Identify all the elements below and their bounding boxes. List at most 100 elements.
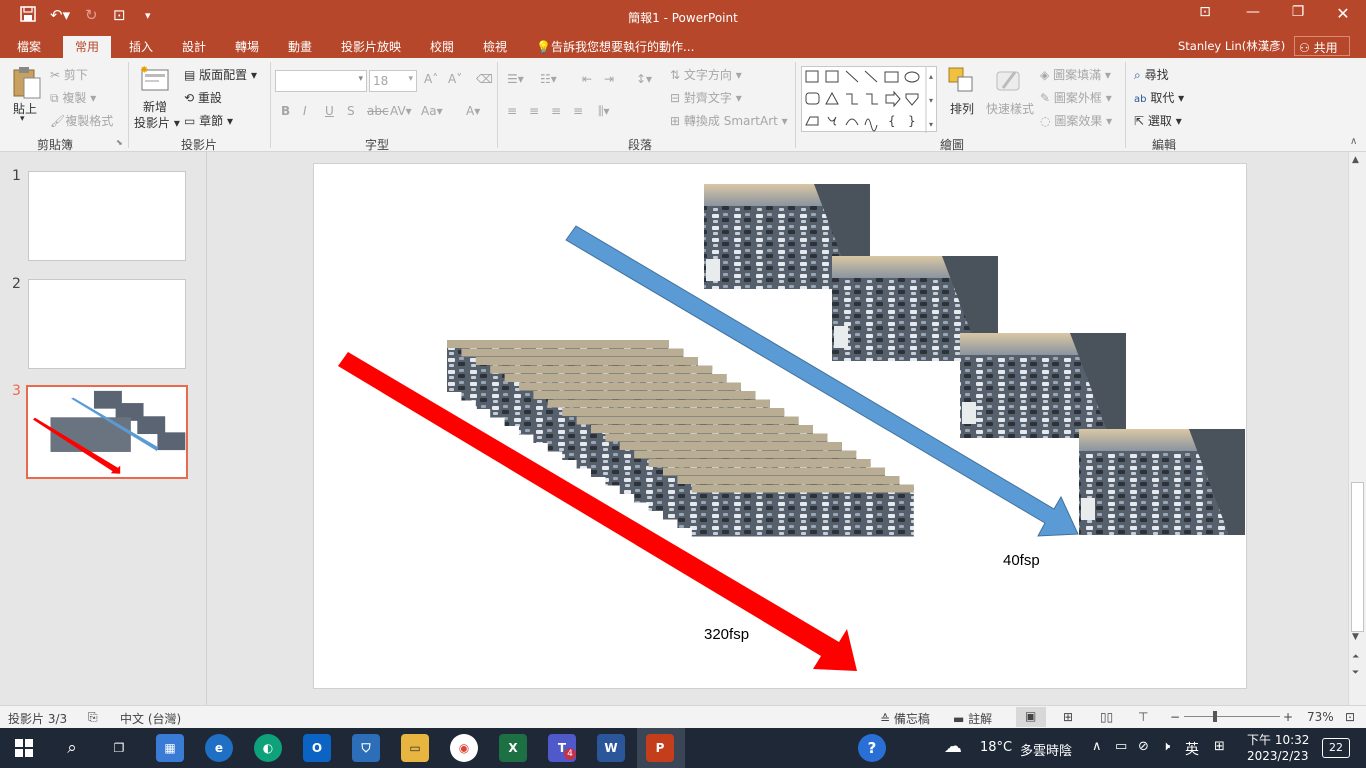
file-explorer-icon[interactable]: ▭ [401,734,429,762]
tab-slideshow[interactable]: 投影片放映 [341,38,401,55]
collapse-ribbon-icon[interactable]: ∧ [1350,136,1357,147]
zoom-in-icon[interactable]: + [1283,710,1293,724]
find-button[interactable]: ⌕ 尋找 [1134,66,1169,83]
quick-styles-icon[interactable] [993,66,1023,99]
label-40fsp[interactable]: 40fsp [1003,552,1040,569]
slide-thumbnail-3[interactable] [26,385,188,479]
increase-font-icon[interactable]: A˄ [424,72,438,86]
zoom-slider[interactable] [1184,716,1280,717]
task-view-icon[interactable]: ❐ [105,734,133,762]
scroll-down-icon[interactable]: ▼ [1352,632,1359,642]
tab-view[interactable]: 檢視 [483,38,507,55]
tab-file[interactable]: 檔案 [17,38,41,55]
edge-icon[interactable]: ◐ [254,734,282,762]
excel-icon[interactable]: X [499,734,527,762]
new-slide-label-1[interactable]: 新增 [143,98,167,115]
windows-start-icon[interactable] [10,734,38,762]
columns-icon[interactable]: ⫼▾ [598,104,610,119]
reading-view-icon[interactable]: ▯▯ [1100,710,1113,724]
scroll-thumb[interactable] [1351,482,1364,632]
align-left-icon[interactable]: ≡ [507,104,517,118]
shape-outline-button[interactable]: ✎ 圖案外框 ▾ [1040,89,1112,106]
layout-button[interactable]: ▤ 版面配置 ▾ [184,66,257,83]
weather-temp[interactable]: 18°C [980,740,1012,755]
normal-view-button[interactable]: ▣ [1016,707,1046,727]
zoom-level[interactable]: 73% [1307,710,1334,724]
language-indicator[interactable]: 中文 (台灣) [120,710,181,727]
new-slide-label-2[interactable]: 投影片 ▾ [134,114,180,131]
paste-dropdown-icon[interactable]: ▾ [20,114,25,124]
notification-center-icon[interactable]: 22 [1322,738,1350,758]
tab-animations[interactable]: 動畫 [288,38,312,55]
maximize-button[interactable]: ❐ [1278,4,1318,20]
decrease-indent-icon[interactable]: ⇤ [582,72,592,86]
smartart-button[interactable]: ⊞ 轉換成 SmartArt ▾ [670,112,788,129]
italic-icon[interactable]: I [303,104,307,118]
zoom-slider-thumb[interactable] [1213,711,1217,722]
copy-button[interactable]: ⧉ 複製 ▾ [50,89,96,106]
word-icon[interactable]: W [597,734,625,762]
comments-button[interactable]: ▬ 註解 [953,710,992,727]
network-icon[interactable]: ⊘ [1138,739,1149,754]
powerpoint-icon[interactable]: P [646,734,674,762]
slide-thumbnail-1[interactable] [28,171,186,261]
tab-transitions[interactable]: 轉場 [235,38,259,55]
zoom-out-icon[interactable]: − [1170,710,1180,724]
shapes-gallery[interactable]: {} ▴ ▾ ▾ [801,66,937,133]
weather-icon[interactable]: ☁ [944,736,962,757]
paste-button[interactable] [12,66,42,103]
change-case-icon[interactable]: Aa▾ [421,104,443,118]
bullets-icon[interactable]: ☰▾ [507,72,524,86]
ie-icon[interactable]: e [205,734,233,762]
previous-slide-icon[interactable]: ⏶ [1352,652,1359,662]
slide-canvas[interactable]: 320fsp 40fsp [313,163,1247,689]
slide-sorter-icon[interactable]: ⊞ [1063,710,1073,724]
section-button[interactable]: ▭ 章節 ▾ [184,112,233,129]
align-text-button[interactable]: ⊟ 對齊文字 ▾ [670,89,742,106]
font-size-input[interactable]: 18 ▾ [369,70,417,92]
decrease-font-icon[interactable]: A˅ [448,72,462,86]
bold-icon[interactable]: B [281,104,290,118]
increase-indent-icon[interactable]: ⇥ [604,72,614,86]
format-painter-button[interactable]: 🖌複製格式 [50,112,113,129]
text-direction-button[interactable]: ⇅ 文字方向 ▾ [670,66,742,83]
cut-button[interactable]: ✂ 剪下 [50,66,88,83]
underline-icon[interactable]: U [325,104,334,118]
shape-effects-button[interactable]: ◌ 圖案效果 ▾ [1040,112,1112,129]
new-slide-icon[interactable]: ✸ [140,64,170,95]
close-button[interactable]: ✕ [1323,4,1363,23]
spell-check-icon[interactable]: ⎘ [88,710,98,725]
scroll-up-icon[interactable]: ▲ [1352,155,1359,165]
align-center-icon[interactable]: ≡ [529,104,539,118]
outlook-contacts-icon[interactable]: ▦ [156,734,184,762]
slide-thumbnail-2[interactable] [28,279,186,369]
search-icon[interactable]: ⌕ [58,734,86,762]
line-spacing-icon[interactable]: ↕▾ [636,72,652,86]
shape-fill-button[interactable]: ◈ 圖案填滿 ▾ [1040,66,1111,83]
vertical-scrollbar[interactable]: ▲ ▼ ⏶ ⏷ [1348,152,1366,705]
user-name[interactable]: Stanley Lin(林漢彥) [1178,38,1285,54]
character-spacing-icon[interactable]: AV▾ [390,104,412,118]
arrange-label[interactable]: 排列 [950,100,974,117]
justify-icon[interactable]: ≡ [573,104,583,118]
clear-formatting-icon[interactable]: ⌫ [476,72,493,86]
weather-desc[interactable]: 多雲時陰 [1020,740,1072,759]
chevron-up-icon[interactable]: ∧ [1092,739,1102,754]
reset-button[interactable]: ⟲ 重設 [184,89,222,106]
minimize-button[interactable]: — [1233,4,1273,20]
clock-date[interactable]: 2023/2/23 [1247,749,1309,763]
quick-styles-label[interactable]: 快速樣式 [986,100,1034,117]
slideshow-icon[interactable]: ⊤ [1138,710,1148,724]
volume-mute-icon[interactable]: 🕨 [1162,739,1170,754]
tab-insert[interactable]: 插入 [129,38,153,55]
chrome-icon[interactable]: ◉ [450,734,478,762]
clipboard-launcher-icon[interactable]: ⬊ [116,138,123,147]
align-right-icon[interactable]: ≡ [551,104,561,118]
replace-button[interactable]: ab 取代 ▾ [1134,89,1184,106]
ime-options-icon[interactable]: ⊞ [1214,739,1225,754]
tab-design[interactable]: 設計 [182,38,206,55]
outlook-icon[interactable]: O [303,734,331,762]
share-button[interactable]: ⚇ 共用 [1294,36,1350,56]
strikethrough-icon[interactable]: abc [367,104,389,118]
paste-label[interactable]: 貼上 [13,100,37,117]
